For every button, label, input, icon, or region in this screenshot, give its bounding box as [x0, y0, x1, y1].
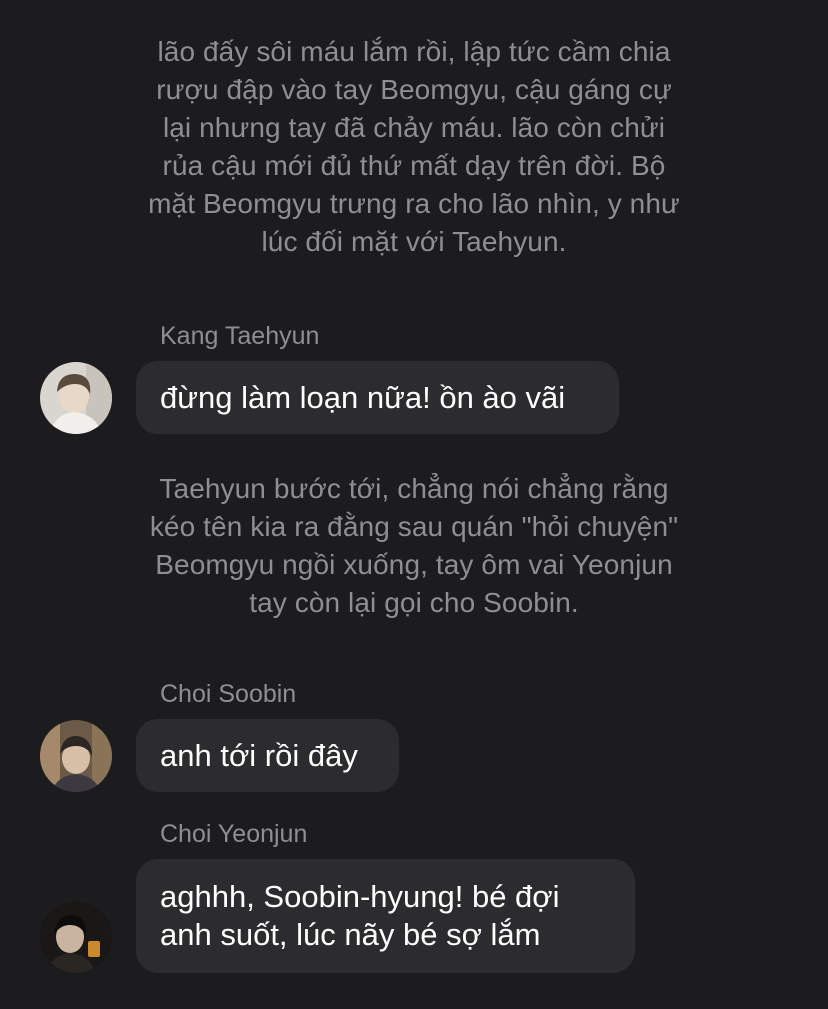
- narration-line: lúc đối mặt với Taehyun.: [261, 226, 567, 257]
- message-text: anh tới rồi đây: [160, 738, 358, 773]
- avatar-photo-icon: [40, 901, 112, 973]
- chat-thread[interactable]: lão đấy sôi máu lắm rồi, lập tức cầm chi…: [0, 0, 828, 1009]
- avatar-photo-icon: [40, 362, 112, 434]
- user-avatar-yeonjun[interactable]: [40, 901, 112, 973]
- user-avatar-soobin[interactable]: [40, 720, 112, 792]
- narration-text: Taehyun bước tới, chẳng nói chẳng rằng k…: [96, 470, 732, 622]
- sender-name: Kang Taehyun: [160, 322, 320, 350]
- message-text: anh suốt, lúc nãy bé sợ lắm: [160, 917, 541, 952]
- sender-name: Choi Soobin: [160, 680, 297, 708]
- message-bubble[interactable]: aghhh, Soobin-hyung! bé đợi anh suốt, lú…: [136, 859, 635, 973]
- narration-line: lão đấy sôi máu lắm rồi, lập tức cầm chi…: [157, 36, 671, 67]
- narration-line: mặt Beomgyu trưng ra cho lão nhìn, y như: [148, 188, 680, 219]
- narration-line: Beomgyu ngồi xuống, tay ôm vai Yeonjun: [155, 549, 673, 580]
- message-text: aghhh, Soobin-hyung! bé đợi: [160, 879, 560, 914]
- narration-line: kéo tên kia ra đằng sau quán "hỏi chuyện…: [149, 511, 679, 542]
- narration-line: Taehyun bước tới, chẳng nói chẳng rằng: [159, 473, 669, 504]
- message-bubble[interactable]: anh tới rồi đây: [136, 719, 399, 792]
- narration-line: rượu đập vào tay Beomgyu, cậu gáng cự: [156, 74, 672, 105]
- narration-text: lão đấy sôi máu lắm rồi, lập tức cầm chi…: [96, 33, 732, 261]
- user-avatar-taehyun[interactable]: [40, 362, 112, 434]
- narration-line: tay còn lại gọi cho Soobin.: [249, 587, 579, 618]
- narration-line: lại nhưng tay đã chảy máu. lão còn chửi: [162, 112, 666, 143]
- message-bubble[interactable]: đừng làm loạn nữa! ồn ào vãi: [136, 361, 619, 434]
- message-text: đừng làm loạn nữa! ồn ào vãi: [160, 380, 566, 415]
- narration-line: rủa cậu mới đủ thứ mất dạy trên đời. Bộ: [162, 150, 666, 181]
- avatar-photo-icon: [40, 720, 112, 792]
- sender-name: Choi Yeonjun: [160, 820, 308, 848]
